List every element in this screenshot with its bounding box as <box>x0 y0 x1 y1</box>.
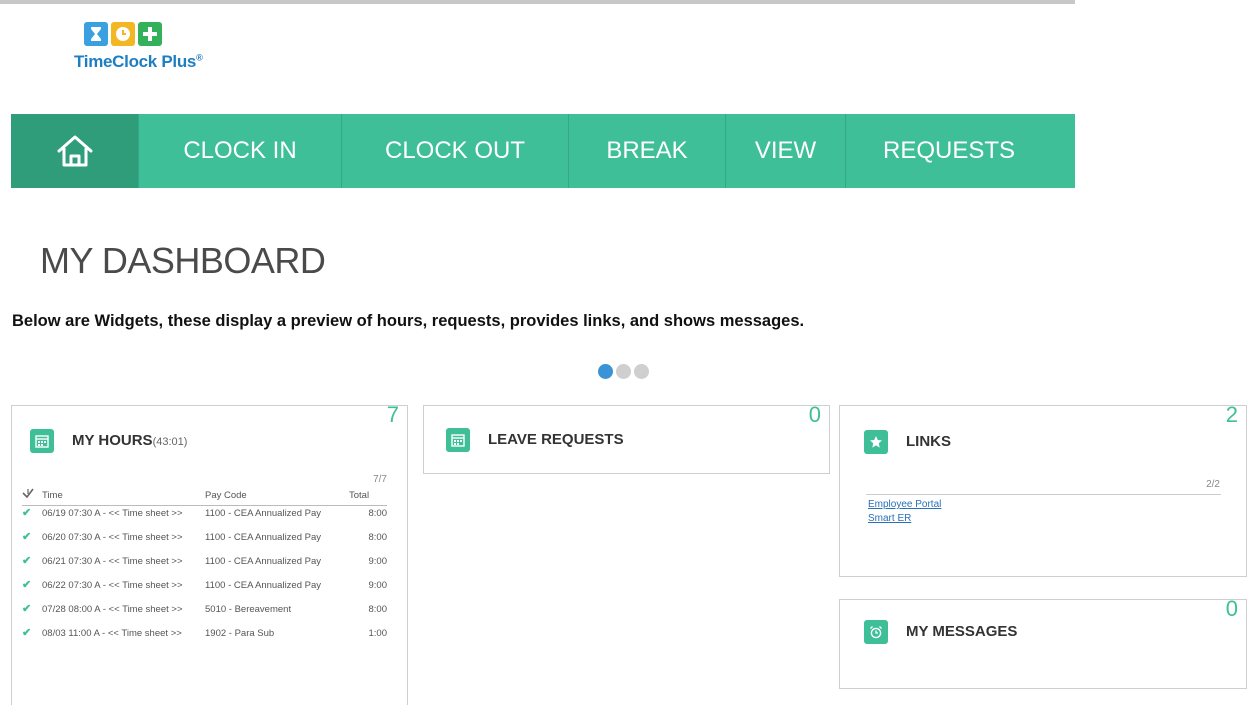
link-employee-portal[interactable]: Employee Portal <box>868 498 941 512</box>
row-total: 9:00 <box>368 580 388 591</box>
row-time: 06/21 07:30 A - << Time sheet >> <box>42 556 183 567</box>
table-row[interactable]: ✔ 08/03 11:00 A - << Time sheet >> 1902 … <box>22 626 387 650</box>
row-pay-code: 5010 - Bereavement <box>205 604 292 615</box>
nav-home-button[interactable] <box>11 114 138 188</box>
leave-requests-widget: LEAVE REQUESTS 0 <box>423 402 830 474</box>
row-time: 06/20 07:30 A - << Time sheet >> <box>42 532 183 543</box>
col-header-pay-code[interactable]: Pay Code <box>205 486 349 506</box>
carousel-dots <box>598 364 649 379</box>
leave-requests-count: 0 <box>808 402 821 427</box>
calendar-icon <box>30 429 54 453</box>
clock-icon <box>111 22 135 46</box>
row-total: 8:00 <box>368 508 388 519</box>
hours-table: Time Pay Code Total ✔ 06/19 07:30 A - <<… <box>22 486 387 650</box>
approved-check-icon: ✔ <box>22 603 32 615</box>
row-time: 08/03 11:00 A - << Time sheet >> <box>42 628 182 639</box>
row-total: 8:00 <box>368 604 388 615</box>
plus-icon <box>138 22 162 46</box>
nav-requests[interactable]: REQUESTS <box>845 114 1052 188</box>
approved-check-icon: ✔ <box>22 555 32 567</box>
my-hours-count: 7 <box>386 402 399 427</box>
page-subtitle: Below are Widgets, these display a previ… <box>12 312 805 330</box>
links-widget: LINKS 2 2/2 <box>839 402 1247 577</box>
row-total: 8:00 <box>368 532 388 543</box>
my-hours-total: (43:01) <box>152 436 188 448</box>
row-time: 07/28 08:00 A - << Time sheet >> <box>42 604 183 615</box>
carousel-dot-3[interactable] <box>634 364 649 379</box>
table-row[interactable]: ✔ 06/19 07:30 A - << Time sheet >> 1100 … <box>22 506 387 531</box>
table-row[interactable]: ✔ 06/21 07:30 A - << Time sheet >> 1100 … <box>22 554 387 578</box>
links-list: Employee Portal Smart ER <box>868 498 941 526</box>
my-hours-pager: 7/7 <box>373 474 387 485</box>
my-messages-count: 0 <box>1225 596 1238 621</box>
approved-check-icon: ✔ <box>22 579 32 591</box>
approved-check-icon: ✔ <box>22 507 32 519</box>
links-divider <box>866 494 1221 495</box>
nav-clock-out[interactable]: CLOCK OUT <box>341 114 568 188</box>
col-header-time[interactable]: Time <box>42 486 205 506</box>
table-row[interactable]: ✔ 07/28 08:00 A - << Time sheet >> 5010 … <box>22 602 387 626</box>
star-icon <box>864 430 888 454</box>
approved-check-icon: ✔ <box>22 531 32 543</box>
row-pay-code: 1902 - Para Sub <box>205 628 275 639</box>
row-total: 9:00 <box>368 556 388 567</box>
main-nav: CLOCK IN CLOCK OUT BREAK VIEW REQUESTS <box>11 114 1075 188</box>
col-header-total[interactable]: Total <box>349 486 387 506</box>
table-row[interactable]: ✔ 06/22 07:30 A - << Time sheet >> 1100 … <box>22 578 387 602</box>
table-row[interactable]: ✔ 06/20 07:30 A - << Time sheet >> 1100 … <box>22 530 387 554</box>
nav-clock-in[interactable]: CLOCK IN <box>138 114 341 188</box>
logo-text: TimeClock Plus® <box>74 52 203 71</box>
home-icon <box>57 135 92 167</box>
row-pay-code: 1100 - CEA Annualized Pay <box>205 508 322 519</box>
sort-icon[interactable] <box>22 486 42 506</box>
row-pay-code: 1100 - CEA Annualized Pay <box>205 556 322 567</box>
calendar-icon <box>446 428 470 452</box>
row-pay-code: 1100 - CEA Annualized Pay <box>205 580 322 591</box>
logo-mark <box>84 22 162 46</box>
carousel-dot-2[interactable] <box>616 364 631 379</box>
links-pager: 2/2 <box>1206 479 1220 490</box>
link-smart-er[interactable]: Smart ER <box>868 512 941 526</box>
hourglass-icon <box>84 22 108 46</box>
row-time: 06/22 07:30 A - << Time sheet >> <box>42 580 183 591</box>
links-count: 2 <box>1225 402 1238 427</box>
leave-requests-title[interactable]: LEAVE REQUESTS <box>488 431 624 448</box>
nav-break[interactable]: BREAK <box>568 114 725 188</box>
row-total: 1:00 <box>368 628 388 639</box>
my-messages-widget: MY MESSAGES 0 <box>839 596 1247 689</box>
row-time: 06/19 07:30 A - << Time sheet >> <box>42 508 183 519</box>
alarm-clock-icon <box>864 620 888 644</box>
row-pay-code: 1100 - CEA Annualized Pay <box>205 532 322 543</box>
top-divider <box>0 0 1075 4</box>
links-title[interactable]: LINKS <box>906 433 951 450</box>
approved-check-icon: ✔ <box>22 627 32 639</box>
my-messages-title[interactable]: MY MESSAGES <box>906 623 1017 640</box>
my-hours-title[interactable]: MY HOURS(43:01) <box>72 432 187 449</box>
carousel-dot-1[interactable] <box>598 364 613 379</box>
page-title: MY DASHBOARD <box>40 240 326 281</box>
nav-view[interactable]: VIEW <box>725 114 845 188</box>
timeclock-plus-logo[interactable]: TimeClock Plus® <box>74 22 204 72</box>
